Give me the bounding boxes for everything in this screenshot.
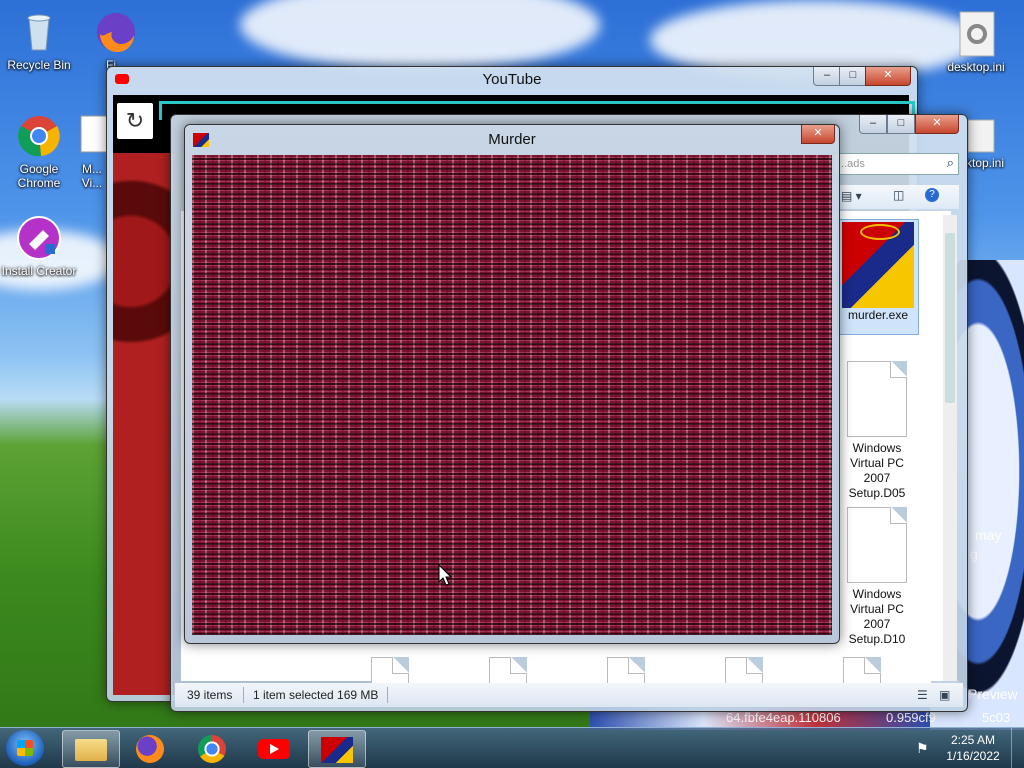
selection-info: 1 item selected 169 MB [253, 688, 379, 702]
details-view-icon[interactable]: ☰ [917, 683, 928, 707]
status-bar: 39 items 1 item selected 169 MB ☰ ▣ [175, 683, 963, 707]
settings-file-icon [952, 10, 1000, 58]
desktop-icon-chrome[interactable]: Google Chrome [1, 112, 77, 190]
desktop-icon-label: Install Creator [1, 264, 77, 278]
generic-file-icon [607, 657, 645, 685]
video-left-strip [113, 153, 173, 695]
install-creator-icon [15, 214, 63, 262]
wallpaper-cloud [240, 0, 600, 70]
clock-date: 1/16/2022 [946, 749, 1000, 763]
recycle-bin-icon [15, 8, 63, 56]
partial-file-row [371, 653, 931, 685]
wallpaper-text: may [975, 527, 1002, 543]
taskbar-explorer[interactable] [62, 730, 120, 768]
file-name: Windows Virtual PC 2007 Setup.D05 [848, 441, 906, 500]
file-setup-d10[interactable]: Windows Virtual PC 2007 Setup.D10 [837, 507, 917, 647]
file-name: Windows Virtual PC 2007 Setup.D10 [848, 587, 906, 646]
firefox-icon [92, 8, 140, 56]
youtube-icon [258, 739, 290, 759]
wallpaper-text: Preview [968, 686, 1018, 702]
help-icon[interactable]: ? [925, 188, 939, 202]
taskbar-firefox[interactable] [122, 730, 178, 766]
minimize-button[interactable]: – [813, 67, 841, 86]
firefox-icon [136, 735, 164, 763]
status-separator [387, 687, 388, 703]
wallpaper-text: g [970, 546, 978, 562]
desktop-icon-label: Google Chrome [17, 162, 61, 190]
file-setup-d05[interactable]: Windows Virtual PC 2007 Setup.D05 [837, 361, 917, 501]
glitch-static-canvas[interactable] [192, 155, 832, 635]
desktop-icon-label: Recycle Bin [7, 58, 71, 72]
chrome-icon [198, 735, 226, 763]
maximize-button[interactable]: □ [887, 115, 915, 134]
status-separator [243, 687, 244, 703]
file-murder-exe[interactable]: murder.exe [837, 219, 919, 335]
show-desktop-button[interactable] [1011, 728, 1024, 768]
minimize-button[interactable]: – [859, 115, 887, 134]
generic-file-icon [725, 657, 763, 685]
window-title: YouTube [482, 71, 542, 88]
desktop-icon-install-creator[interactable]: Install Creator [1, 214, 77, 278]
taskbar: ⚑ 2:25 AM 1/16/2022 [0, 727, 1024, 768]
mouse-cursor-icon [438, 563, 453, 589]
taskbar-chrome[interactable] [184, 730, 240, 766]
generic-file-icon [847, 507, 907, 583]
generic-file-icon [489, 657, 527, 685]
view-options-icon[interactable]: ▤ ▾ [841, 189, 862, 203]
murder-app-icon [321, 737, 353, 763]
wallpaper-text: 5c03 [982, 710, 1011, 725]
folder-icon [75, 739, 107, 761]
wallpaper-text: 64.fbfe4eap.110806 [726, 710, 841, 725]
reload-button[interactable]: ↻ [117, 103, 153, 139]
halo-icon [860, 224, 900, 240]
close-button[interactable]: ✕ [865, 67, 911, 86]
virtualpc-icon [77, 112, 108, 160]
desktop-icon-desktop-ini[interactable]: desktop.ini [938, 10, 1014, 74]
preview-pane-icon[interactable]: ◫ [893, 188, 904, 202]
scrollbar-thumb[interactable] [945, 233, 955, 403]
maximize-button[interactable]: □ [839, 67, 867, 86]
generic-file-icon [371, 657, 409, 685]
windows-logo-icon [17, 740, 33, 756]
close-button[interactable]: ✕ [915, 115, 959, 134]
file-name: murder.exe [847, 308, 909, 322]
desktop-icon-recycle-bin[interactable]: Recycle Bin [1, 8, 77, 72]
desktop-icon-firefox[interactable]: Fi... [78, 8, 154, 72]
chrome-icon [15, 112, 63, 160]
item-count: 39 items [187, 688, 233, 702]
scrollbar[interactable] [943, 215, 957, 681]
start-button[interactable] [6, 730, 44, 766]
clock-time: 2:25 AM [950, 733, 996, 747]
generic-file-icon [843, 657, 881, 685]
large-icons-view-icon[interactable]: ▣ [939, 683, 950, 707]
taskbar-youtube[interactable] [246, 730, 302, 766]
desktop-icon-label: desktop.ini [947, 60, 1005, 74]
toolbar: ▤ ▾ ◫ ? [833, 185, 959, 209]
close-button[interactable]: ✕ [801, 125, 835, 144]
generic-file-icon [847, 361, 907, 437]
wallpaper-text: 0.959cf9 [886, 710, 936, 725]
taskbar-murder[interactable] [308, 730, 366, 768]
window-title: Murder [488, 131, 536, 148]
tray-flag-icon[interactable]: ⚑ [916, 740, 929, 757]
murder-app-icon [842, 222, 914, 308]
clock[interactable]: 2:25 AM 1/16/2022 [940, 732, 1006, 764]
search-input[interactable]: ...ads ⌕ [833, 153, 959, 175]
search-icon: ⌕ [946, 155, 954, 170]
